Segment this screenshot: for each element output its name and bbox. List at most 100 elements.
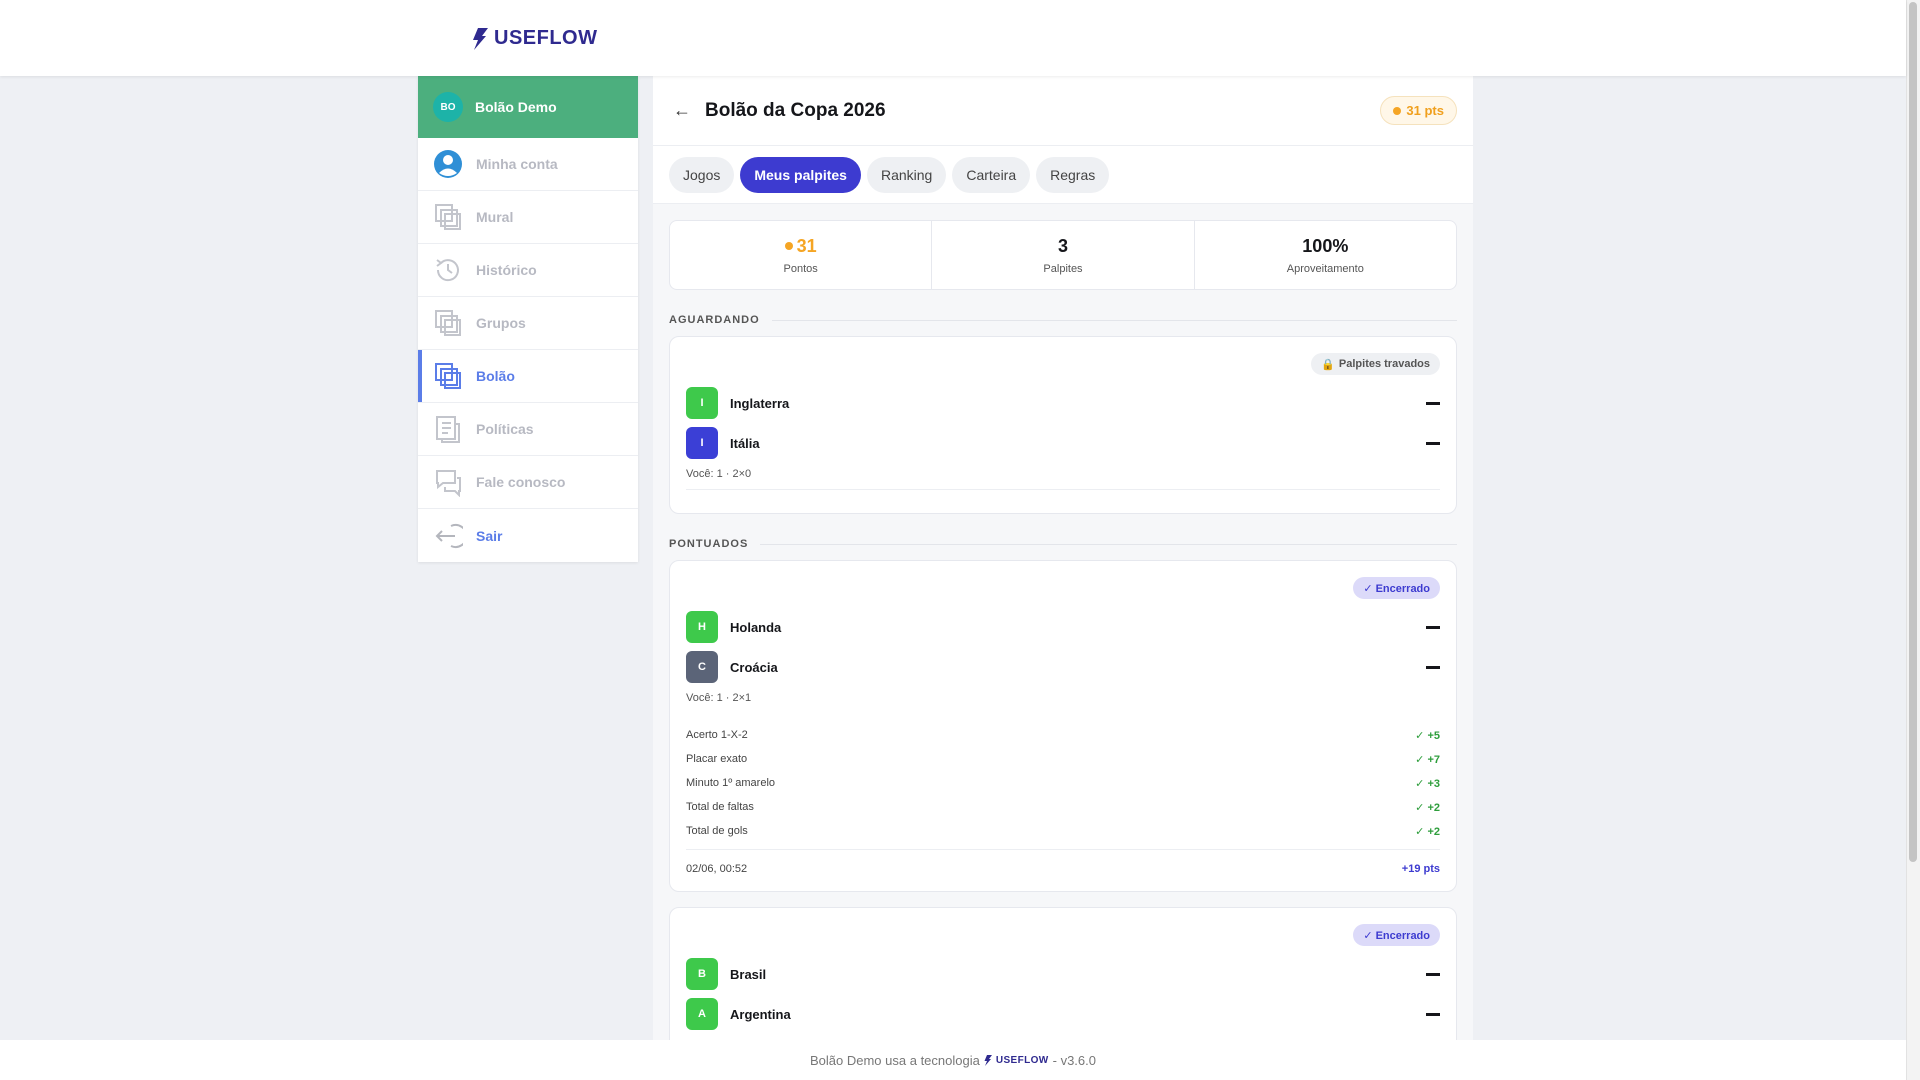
match-card: ✓ Encerrado H Holanda C Croácia Você: 1 … [669,560,1457,892]
match-card: ✓ Encerrado B Brasil A Argentina [669,907,1457,1040]
back-arrow-icon[interactable]: ← [673,100,691,121]
score-line-label: Placar exato [686,753,748,765]
tab-carteira[interactable]: Carteira [952,156,1031,193]
tab-bar: Jogos Meus palpites Ranking Carteira Reg… [653,146,1473,204]
tab-jogos[interactable]: Jogos [669,156,735,193]
stat-label: Aproveitamento [1286,262,1364,275]
score-line: Placar exato ✓ +7 [686,753,1440,766]
scrollbar[interactable] [1906,0,1920,1080]
layers-icon [432,201,464,233]
sidebar-item-label: Minha conta [476,156,558,172]
score-line-points: ✓ +2 [1415,826,1440,838]
team-flag: I [686,427,718,459]
sidebar-item-label: Histórico [476,262,537,278]
coin-icon [784,242,793,250]
locked-badge: 🔒 Palpites travados [1311,353,1440,375]
top-navbar: USEFLOW [0,0,1906,76]
score-dash [1426,972,1440,976]
stat-value: 100% [1302,235,1349,256]
sidebar-item-politicas[interactable]: Políticas [418,403,638,456]
tab-regras[interactable]: Regras [1036,156,1110,193]
score-line-points: ✓ +5 [1415,730,1440,742]
team-flag: I [686,387,718,419]
tab-ranking[interactable]: Ranking [866,156,947,193]
logout-icon [432,520,464,552]
footer-brand[interactable]: USEFLOW [996,1055,1049,1066]
brand-logo[interactable]: USEFLOW [472,27,598,50]
document-icon [432,413,464,445]
stat-label: Palpites [1043,262,1083,275]
history-icon [432,254,464,286]
score-line-label: Total de faltas [686,801,754,813]
score-dash [1426,401,1440,405]
stat-palpites: 3 Palpites [932,221,1195,289]
sidebar-item-grupos[interactable]: Grupos [418,297,638,350]
stat-aproveitamento: 100% Aproveitamento [1195,221,1456,289]
section-title-text: PONTUADOS [669,538,749,550]
sidebar-item-fale-conosco[interactable]: Fale conosco [418,456,638,509]
match-card: 🔒 Palpites travados I Inglaterra I Itáli… [669,336,1457,514]
useflow-logo-icon [984,1054,992,1066]
finished-badge: ✓ Encerrado [1353,924,1440,946]
team-name: Brasil [730,966,767,982]
user-circle-icon [432,148,464,180]
tab-meus-palpites[interactable]: Meus palpites [740,156,861,193]
score-line-points: ✓ +7 [1415,754,1440,766]
team-name: Itália [730,435,760,451]
stat-pontos: 31 Pontos [670,221,933,289]
match-datetime: 02/06, 00:52 [686,863,748,875]
sidebar-item-sair[interactable]: Sair [418,509,638,562]
sidebar-user-header[interactable]: BO Bolão Demo [418,76,638,138]
team-row: C Croácia [686,651,1440,683]
scrollbar-thumb[interactable] [1909,2,1917,862]
sidebar-item-label: Mural [476,209,514,225]
page-header: ← Bolão da Copa 2026 31 pts [653,76,1473,146]
points-badge-label: 31 pts [1406,103,1444,118]
team-row: I Itália [686,427,1440,459]
my-guess: Você: 1 · 2×1 [686,692,752,704]
section-title-text: AGUARDANDO [669,314,760,326]
points-badge: 31 pts [1380,96,1457,125]
team-name: Holanda [730,619,782,635]
score-line-label: Minuto 1º amarelo [686,777,776,789]
team-row: I Inglaterra [686,387,1440,419]
sidebar-item-minha-conta[interactable]: Minha conta [418,138,638,191]
page-footer: Bolão Demo usa a tecnologia USEFLOW - v3… [0,1040,1906,1080]
score-dash [1426,665,1440,669]
main-panel: ← Bolão da Copa 2026 31 pts Jogos Meus p… [653,76,1473,1040]
brand-name: USEFLOW [494,27,598,49]
divider [686,849,1440,850]
sidebar-item-label: Grupos [476,315,526,331]
sidebar-item-historico[interactable]: Histórico [418,244,638,297]
score-dash [1426,625,1440,629]
score-line: Minuto 1º amarelo ✓ +3 [686,777,1440,790]
score-line-label: Total de gols [686,825,748,837]
team-flag: C [686,651,718,683]
sidebar-item-mural[interactable]: Mural [418,191,638,244]
score-line-points: ✓ +3 [1415,778,1440,790]
score-line-points: ✓ +2 [1415,802,1440,814]
stat-pontos-value: 31 [796,235,817,256]
layers-icon [432,360,464,392]
score-dash [1426,1012,1440,1016]
badge-label: Palpites travados [1338,358,1430,370]
team-row: B Brasil [686,958,1440,990]
score-line: Acerto 1-X-2 ✓ +5 [686,729,1440,742]
section-title-pontuados: PONTUADOS [669,538,1457,550]
avatar: BO [433,92,463,122]
layers-icon [432,307,464,339]
score-line: Total de gols ✓ +2 [686,825,1440,838]
section-title-aguardando: AGUARDANDO [669,314,1457,326]
divider [686,489,1440,490]
score-line-label: Acerto 1-X-2 [686,729,748,741]
stat-value: 31 [784,235,817,257]
team-name: Inglaterra [730,395,790,411]
stat-label: Pontos [783,262,818,275]
sidebar-item-bolao[interactable]: Bolão [418,350,638,403]
team-name: Argentina [730,1006,791,1022]
coin-icon [1393,106,1402,115]
sidebar: BO Bolão Demo Minha conta Mural Históric… [418,76,638,562]
score-line: Total de faltas ✓ +2 [686,801,1440,814]
team-row: H Holanda [686,611,1440,643]
team-name: Croácia [730,659,778,675]
